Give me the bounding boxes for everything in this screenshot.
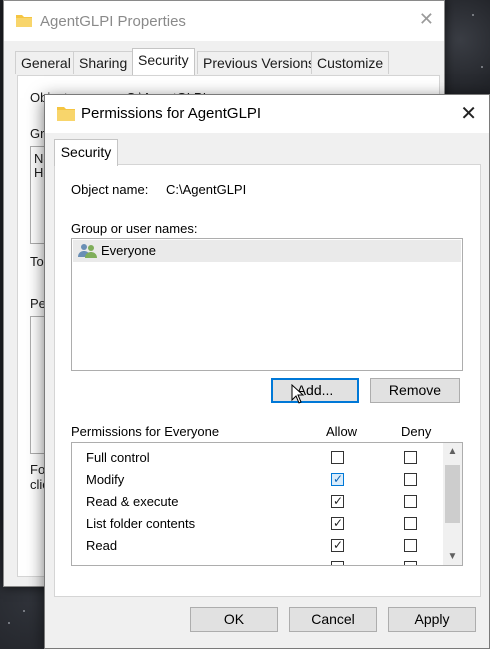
list-item-everyone[interactable]: Everyone (73, 240, 461, 262)
tab-security[interactable]: Security (132, 48, 195, 75)
permission-name: Full control (86, 450, 150, 465)
scroll-thumb[interactable] (445, 465, 460, 523)
permission-row-read: Read ✓ (72, 535, 442, 557)
allow-checkbox-full-control[interactable] (331, 451, 344, 464)
permission-row-full-control: Full control (72, 447, 442, 469)
deny-checkbox-write[interactable] (404, 561, 417, 565)
group-label: Group or user names: (71, 221, 198, 236)
folder-icon (16, 13, 32, 30)
deny-checkbox-modify[interactable] (404, 473, 417, 486)
tab-sharing[interactable]: Sharing (73, 51, 134, 74)
check-icon: ✓ (333, 538, 344, 552)
permission-name: Modify (86, 472, 125, 487)
ok-button[interactable]: OK (190, 607, 278, 632)
deny-checkbox-list-folder[interactable] (404, 517, 417, 530)
permissions-scrollbar[interactable]: ▲ ▼ (443, 443, 462, 565)
add-button[interactable]: Add... (271, 378, 359, 403)
allow-header: Allow (326, 424, 358, 439)
allow-checkbox-read[interactable]: ✓ (331, 538, 344, 552)
permission-row-modify: Modify ✓ (72, 469, 442, 491)
allow-checkbox-write[interactable] (331, 561, 344, 565)
tab-customize[interactable]: Customize (311, 51, 390, 74)
allow-checkbox-read-execute[interactable]: ✓ (331, 494, 344, 508)
remove-button[interactable]: Remove (370, 378, 460, 403)
permission-name: Read (86, 538, 118, 553)
deny-header: Deny (401, 424, 432, 439)
permission-row-list-folder: List folder contents ✓ (72, 513, 442, 535)
tab-previous-versions[interactable]: Previous Versions (197, 51, 322, 74)
star (481, 66, 483, 68)
dialog-titlebar: Permissions for AgentGLPI ✕ (45, 95, 489, 133)
group-list[interactable]: Everyone (71, 238, 463, 371)
permissions-dialog: Permissions for AgentGLPI ✕ Security Obj… (44, 94, 490, 649)
security-panel: Object name: C:\AgentGLPI Group or user … (54, 164, 481, 597)
permission-name: List folder contents (86, 516, 196, 531)
tab-general[interactable]: General (15, 51, 77, 74)
apply-button[interactable]: Apply (388, 607, 476, 632)
deny-checkbox-read[interactable] (404, 539, 417, 552)
properties-titlebar: AgentGLPI Properties ✕ (4, 1, 444, 41)
properties-title: AgentGLPI Properties (40, 13, 186, 30)
folder-icon (57, 105, 75, 124)
tab-security[interactable]: Security (54, 139, 118, 166)
close-icon[interactable]: ✕ (419, 9, 434, 30)
deny-checkbox-full-control[interactable] (404, 451, 417, 464)
deny-checkbox-read-execute[interactable] (404, 495, 417, 508)
star (8, 622, 10, 624)
permissions-list: Full control Modify ✓ Read & execute ✓ L… (71, 442, 463, 566)
permissions-label: Permissions for Everyone (71, 424, 220, 439)
check-icon: ✓ (333, 494, 344, 508)
users-group-icon (78, 243, 98, 262)
check-icon: ✓ (333, 472, 344, 486)
star (23, 610, 25, 612)
scroll-up-icon[interactable]: ▲ (443, 443, 462, 460)
object-name-value: C:\AgentGLPI (166, 182, 247, 197)
check-icon: ✓ (333, 516, 344, 530)
star (472, 14, 474, 16)
to-fragment: To (30, 254, 44, 269)
allow-checkbox-modify[interactable]: ✓ (331, 472, 344, 486)
user-name: Everyone (101, 243, 156, 258)
permission-row-partial (72, 557, 442, 565)
permission-name: Read & execute (86, 494, 179, 509)
scroll-down-icon[interactable]: ▼ (443, 548, 462, 565)
cancel-button[interactable]: Cancel (289, 607, 377, 632)
permission-row-read-execute: Read & execute ✓ (72, 491, 442, 513)
dialog-title: Permissions for AgentGLPI (81, 105, 262, 122)
object-name-label: Object name: (71, 182, 149, 197)
allow-checkbox-list-folder[interactable]: ✓ (331, 516, 344, 530)
mouse-cursor-icon (291, 384, 305, 404)
close-icon[interactable]: ✕ (460, 101, 477, 126)
